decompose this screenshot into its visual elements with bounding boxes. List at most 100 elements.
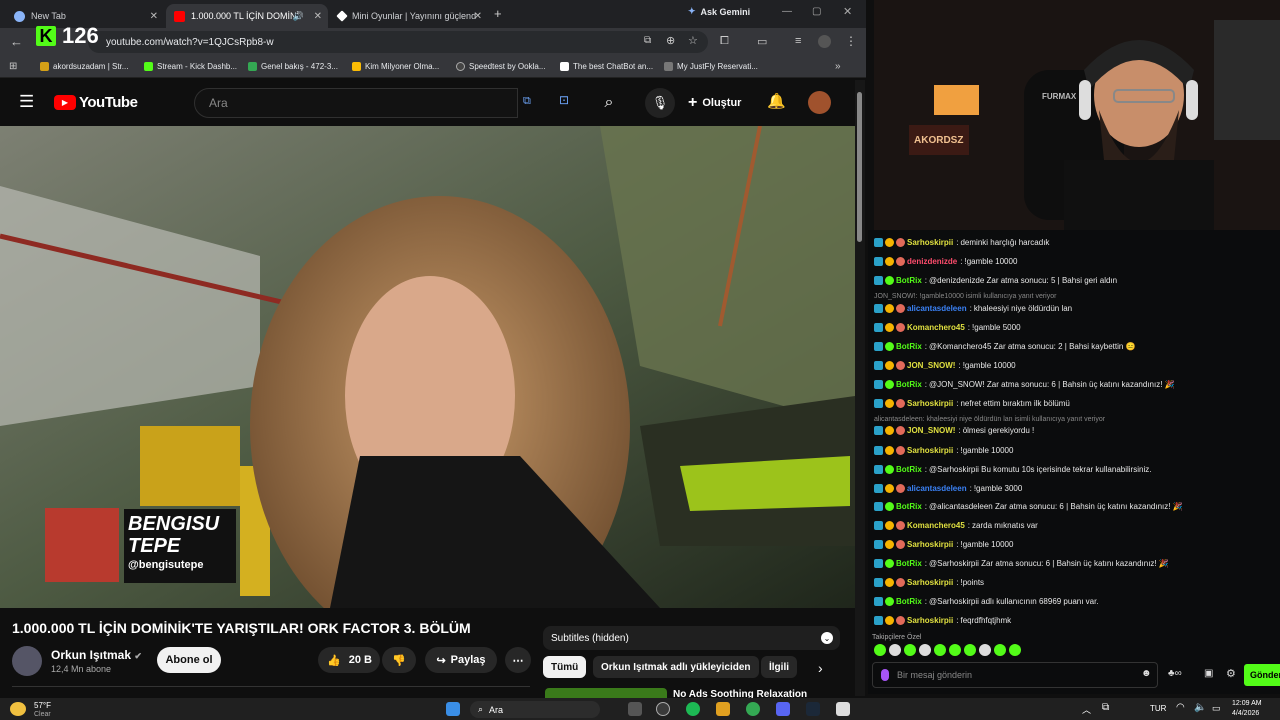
chat-message[interactable]: denizdenizde: !gamble 10000 xyxy=(874,257,1017,266)
steam-icon[interactable] xyxy=(806,702,820,716)
chip-uploader[interactable]: Orkun Işıtmak adlı yükleyiciden xyxy=(593,656,759,678)
scrollbar-thumb[interactable] xyxy=(857,92,862,242)
discord-icon[interactable] xyxy=(776,702,790,716)
screenshot-icon[interactable]: ⊡ xyxy=(559,93,569,107)
emote-icon[interactable] xyxy=(994,644,1006,656)
translate-icon[interactable]: ⧉ xyxy=(523,95,531,108)
github-icon[interactable] xyxy=(656,702,670,716)
bookmark-item[interactable]: Kim Milyoner Olma... xyxy=(352,62,439,71)
bookmark-item[interactable]: My JustFly Reservati... xyxy=(664,62,758,71)
chat-message[interactable]: Sarhoskirpii: deminki harçlığı harcadık xyxy=(874,238,1049,247)
chat-message[interactable]: JON_SNOW!: ölmesi gerekiyordu ! xyxy=(874,426,1034,435)
sidepanel-icon[interactable]: ▭ xyxy=(757,35,767,48)
chat-username[interactable]: JON_SNOW! xyxy=(907,426,955,435)
chat-message[interactable]: Sarhoskirpii: feqrdfhfqtjhmk xyxy=(874,616,1011,625)
chat-username[interactable]: Sarhoskirpii xyxy=(907,399,953,408)
chat-username[interactable]: denizdenizde xyxy=(907,257,957,266)
window-close-icon[interactable]: ✕ xyxy=(843,5,852,18)
tray-app-icon[interactable]: ⧉ xyxy=(1102,702,1109,713)
chat-message-input[interactable]: Bir mesaj gönderin ☻ xyxy=(872,662,1158,688)
chat-message[interactable]: BotRix: @Sarhoskirpii Bu komutu 10s içeri… xyxy=(874,465,1151,474)
chat-message[interactable]: JON_SNOW!: !gamble 10000 xyxy=(874,361,1016,370)
chat-username[interactable]: JON_SNOW! xyxy=(907,361,955,370)
bookmark-item[interactable]: Genel bakış - 472-3... xyxy=(248,62,338,71)
emoji-icon[interactable]: ☻ xyxy=(1141,668,1152,679)
apps-grid-icon[interactable]: ⊞ xyxy=(9,61,17,72)
chat-username[interactable]: Sarhoskirpii xyxy=(907,578,953,587)
account-avatar[interactable] xyxy=(808,91,831,114)
video-player[interactable]: BENGISU TEPE @bengisutepe xyxy=(0,126,855,608)
settings-gear-icon[interactable]: ⚙ xyxy=(1226,667,1236,680)
cast-icon[interactable]: ⧉ xyxy=(644,35,651,46)
notifications-bell-icon[interactable]: 🔔 xyxy=(767,92,786,110)
chat-username[interactable]: BotRix xyxy=(896,559,922,568)
chat-username[interactable]: alicantasdeleen xyxy=(907,304,967,313)
bookmark-item[interactable]: Stream - Kick Dashb... xyxy=(144,62,237,71)
menu-kebab-icon[interactable]: ⋮ xyxy=(845,34,857,48)
chat-message[interactable]: alicantasdeleen: !gamble 3000 xyxy=(874,484,1022,493)
chat-username[interactable]: Sarhoskirpii xyxy=(907,238,953,247)
chat-message[interactable]: BotRix: @Sarhoskirpii Zar atma sonucu: 6 … xyxy=(874,559,1169,568)
bookmark-item[interactable]: akordsuzadam | Str... xyxy=(40,62,128,71)
page-scrollbar[interactable] xyxy=(855,80,865,696)
back-arrow-icon[interactable]: ← xyxy=(10,34,23,49)
chat-message[interactable]: Komanchero45: zarda mıknatıs var xyxy=(874,521,1038,530)
clock-date[interactable]: 4/4/2026 xyxy=(1232,710,1259,717)
spotify-icon[interactable] xyxy=(686,702,700,716)
chat-username[interactable]: Sarhoskirpii xyxy=(907,616,953,625)
address-bar[interactable]: youtube.com/watch?v=1QJCsRpb8-w ⧉ ⊕ ☆ xyxy=(88,31,708,53)
gift-icon[interactable]: ♣∞ xyxy=(1168,668,1182,679)
subtitles-toggle[interactable]: Subtitles (hidden) ⌄ xyxy=(543,626,840,650)
chip-all[interactable]: Tümü xyxy=(543,656,587,678)
chat-username[interactable]: BotRix xyxy=(896,502,922,511)
tab-mini-oyunlar[interactable]: Mini Oyunlar | Yayınını güçlend ✕ xyxy=(330,4,488,28)
taskbar-search[interactable]: ⌕ Ara xyxy=(470,701,600,718)
more-bookmarks-icon[interactable]: » xyxy=(835,61,841,72)
chat-message[interactable]: BotRix: @alicantasdeleen Zar atma sonucu:… xyxy=(874,502,1183,511)
chip-related[interactable]: İlgili xyxy=(761,656,797,678)
chat-username[interactable]: Sarhoskirpii xyxy=(907,446,953,455)
tab-youtube[interactable]: 1.000.000 TL İÇİN DOMİNİ 🔊 ✕ xyxy=(166,4,328,28)
temperature[interactable]: 57°F xyxy=(34,701,51,710)
hamburger-menu-icon[interactable]: ☰ xyxy=(19,92,34,112)
chevron-right-icon[interactable]: › xyxy=(818,660,823,676)
search-icon[interactable]: ⌕ xyxy=(590,88,628,118)
dislike-button[interactable]: 👎 xyxy=(382,647,416,673)
chat-username[interactable]: BotRix xyxy=(896,276,922,285)
tray-expand-icon[interactable]: ︿ xyxy=(1082,703,1091,716)
file-explorer-icon[interactable] xyxy=(716,702,730,716)
clock-time[interactable]: 12:09 AM xyxy=(1232,700,1262,707)
chat-username[interactable]: BotRix xyxy=(896,597,922,606)
chat-message[interactable]: alicantasdeleen: khaleesiyi niye öldürdün… xyxy=(874,304,1072,313)
chat-message[interactable]: Sarhoskirpii: nefret ettim bıraktım ilk b… xyxy=(874,399,1070,408)
media-icon[interactable]: ≡ xyxy=(795,35,801,47)
chat-message[interactable]: Komanchero45: !gamble 5000 xyxy=(874,323,1021,332)
emote-icon[interactable] xyxy=(964,644,976,656)
profile-avatar[interactable] xyxy=(818,35,831,48)
maximize-icon[interactable]: ▢ xyxy=(812,6,821,17)
emote-icon[interactable] xyxy=(979,644,991,656)
battery-icon[interactable]: ▭ xyxy=(1212,703,1221,714)
minimize-icon[interactable]: — xyxy=(782,6,792,17)
volume-icon[interactable]: 🔈 xyxy=(1194,702,1206,713)
emote-icon[interactable] xyxy=(904,644,916,656)
chrome-icon[interactable] xyxy=(746,702,760,716)
close-icon[interactable]: ✕ xyxy=(474,11,482,22)
speaker-icon[interactable]: 🔊 xyxy=(293,11,304,22)
chat-message[interactable]: BotRix: @Komanchero45 Zar atma sonucu: 2 … xyxy=(874,342,1136,351)
share-button[interactable]: ↪ Paylaş xyxy=(425,647,497,673)
chat-username[interactable]: Sarhoskirpii xyxy=(907,540,953,549)
more-actions-icon[interactable]: ⋯ xyxy=(505,647,531,673)
zoom-icon[interactable]: ⊕ xyxy=(666,34,675,47)
channel-avatar[interactable] xyxy=(12,646,42,676)
chat-message[interactable]: Sarhoskirpii: !gamble 10000 xyxy=(874,540,1013,549)
emote-icon[interactable] xyxy=(874,644,886,656)
chat-username[interactable]: BotRix xyxy=(896,465,922,474)
chat-message[interactable]: Sarhoskirpii: !points xyxy=(874,578,984,587)
subscribe-button[interactable]: Abone ol xyxy=(157,647,221,673)
new-tab-button[interactable]: + xyxy=(494,6,502,21)
language-indicator[interactable]: TUR xyxy=(1150,704,1166,713)
chat-message[interactable]: Sarhoskirpii: !gamble 10000 xyxy=(874,446,1013,455)
create-button[interactable]: + Oluştur xyxy=(688,90,741,116)
emote-icon[interactable] xyxy=(1009,644,1021,656)
